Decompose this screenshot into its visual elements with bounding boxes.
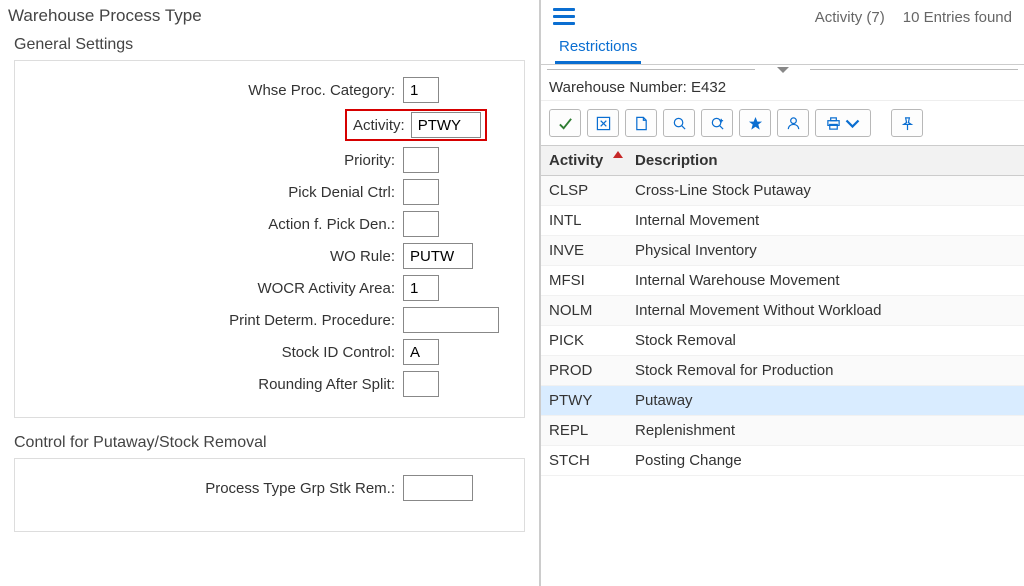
- general-settings-box: Whse Proc. Category: Activity: Priority:…: [14, 60, 525, 418]
- cell-activity-code: STCH: [549, 452, 635, 469]
- cell-activity-code: INVE: [549, 242, 635, 259]
- wocr-activity-area-input[interactable]: [403, 275, 439, 301]
- control-putaway-title: Control for Putaway/Stock Removal: [0, 428, 539, 454]
- print-dropdown-button[interactable]: [815, 109, 871, 137]
- cell-activity-code: PROD: [549, 362, 635, 379]
- print-determ-procedure-input[interactable]: [403, 307, 499, 333]
- process-type-grp-label: Process Type Grp Stk Rem.:: [23, 480, 403, 497]
- cell-activity-code: CLSP: [549, 182, 635, 199]
- new-page-button[interactable]: [625, 109, 657, 137]
- whse-category-label: Whse Proc. Category:: [23, 82, 403, 99]
- left-panel: Warehouse Process Type General Settings …: [0, 0, 540, 586]
- warehouse-number-label: Warehouse Number:: [549, 79, 687, 96]
- activity-label: Activity:: [353, 117, 411, 134]
- table-row[interactable]: CLSPCross-Line Stock Putaway: [541, 176, 1024, 206]
- action-pick-den-input[interactable]: [403, 211, 439, 237]
- control-putaway-box: Process Type Grp Stk Rem.:: [14, 458, 525, 532]
- table-row[interactable]: PTWYPutaway: [541, 386, 1024, 416]
- cell-activity-code: MFSI: [549, 272, 635, 289]
- column-header-activity[interactable]: Activity: [549, 152, 635, 169]
- general-settings-title: General Settings: [0, 30, 539, 56]
- find-next-button[interactable]: [701, 109, 733, 137]
- find-button[interactable]: [663, 109, 695, 137]
- table-row[interactable]: NOLMInternal Movement Without Workload: [541, 296, 1024, 326]
- cell-description: Posting Change: [635, 452, 1016, 469]
- chevron-down-icon: [777, 67, 789, 73]
- wocr-activity-area-label: WOCR Activity Area:: [23, 280, 403, 297]
- table-row[interactable]: PRODStock Removal for Production: [541, 356, 1024, 386]
- wo-rule-input[interactable]: [403, 243, 473, 269]
- table-row[interactable]: PICKStock Removal: [541, 326, 1024, 356]
- table-row[interactable]: MFSIInternal Warehouse Movement: [541, 266, 1024, 296]
- sort-asc-icon: [613, 151, 623, 158]
- rounding-after-split-label: Rounding After Split:: [23, 376, 403, 393]
- table-row[interactable]: REPLReplenishment: [541, 416, 1024, 446]
- cell-description: Stock Removal for Production: [635, 362, 1016, 379]
- cell-activity-code: PICK: [549, 332, 635, 349]
- personal-values-button[interactable]: [777, 109, 809, 137]
- cell-description: Putaway: [635, 392, 1016, 409]
- cell-activity-code: REPL: [549, 422, 635, 439]
- cell-description: Internal Warehouse Movement: [635, 272, 1016, 289]
- whse-category-input[interactable]: [403, 77, 439, 103]
- pick-denial-ctrl-label: Pick Denial Ctrl:: [23, 184, 403, 201]
- collapse-bar[interactable]: [541, 65, 1024, 75]
- rounding-after-split-input[interactable]: [403, 371, 439, 397]
- cell-activity-code: PTWY: [549, 392, 635, 409]
- cell-activity-code: INTL: [549, 212, 635, 229]
- wo-rule-label: WO Rule:: [23, 248, 403, 265]
- warehouse-number-line: Warehouse Number: E432: [541, 75, 1024, 101]
- cell-description: Internal Movement Without Workload: [635, 302, 1016, 319]
- column-header-description[interactable]: Description: [635, 152, 1016, 169]
- cell-description: Cross-Line Stock Putaway: [635, 182, 1016, 199]
- favorites-button[interactable]: [739, 109, 771, 137]
- value-help-table-header: Activity Description: [541, 145, 1024, 176]
- value-help-toolbar: [541, 101, 1024, 145]
- table-row[interactable]: INVEPhysical Inventory: [541, 236, 1024, 266]
- value-help-panel: Activity (7) 10 Entries found Restrictio…: [540, 0, 1024, 586]
- cell-description: Physical Inventory: [635, 242, 1016, 259]
- table-row[interactable]: INTLInternal Movement: [541, 206, 1024, 236]
- pin-button[interactable]: [891, 109, 923, 137]
- priority-label: Priority:: [23, 152, 403, 169]
- value-help-table-body: CLSPCross-Line Stock PutawayINTLInternal…: [541, 176, 1024, 586]
- cell-activity-code: NOLM: [549, 302, 635, 319]
- table-row[interactable]: STCHPosting Change: [541, 446, 1024, 476]
- cell-description: Replenishment: [635, 422, 1016, 439]
- action-pick-den-label: Action f. Pick Den.:: [23, 216, 403, 233]
- process-type-grp-input[interactable]: [403, 475, 473, 501]
- activity-field-highlight: Activity:: [345, 109, 487, 141]
- menu-icon[interactable]: [553, 8, 575, 26]
- tab-restrictions[interactable]: Restrictions: [555, 32, 641, 64]
- ok-button[interactable]: [549, 109, 581, 137]
- popup-entries-found: 10 Entries found: [903, 9, 1012, 26]
- pick-denial-ctrl-input[interactable]: [403, 179, 439, 205]
- section-title-warehouse-process-type: Warehouse Process Type: [0, 0, 539, 30]
- cell-description: Internal Movement: [635, 212, 1016, 229]
- cancel-button[interactable]: [587, 109, 619, 137]
- stock-id-control-input[interactable]: [403, 339, 439, 365]
- popup-title-activity: Activity (7): [815, 9, 885, 26]
- print-determ-procedure-label: Print Determ. Procedure:: [23, 312, 403, 329]
- stock-id-control-label: Stock ID Control:: [23, 344, 403, 361]
- cell-description: Stock Removal: [635, 332, 1016, 349]
- activity-input[interactable]: [411, 112, 481, 138]
- priority-input[interactable]: [403, 147, 439, 173]
- warehouse-number-value: E432: [691, 79, 726, 96]
